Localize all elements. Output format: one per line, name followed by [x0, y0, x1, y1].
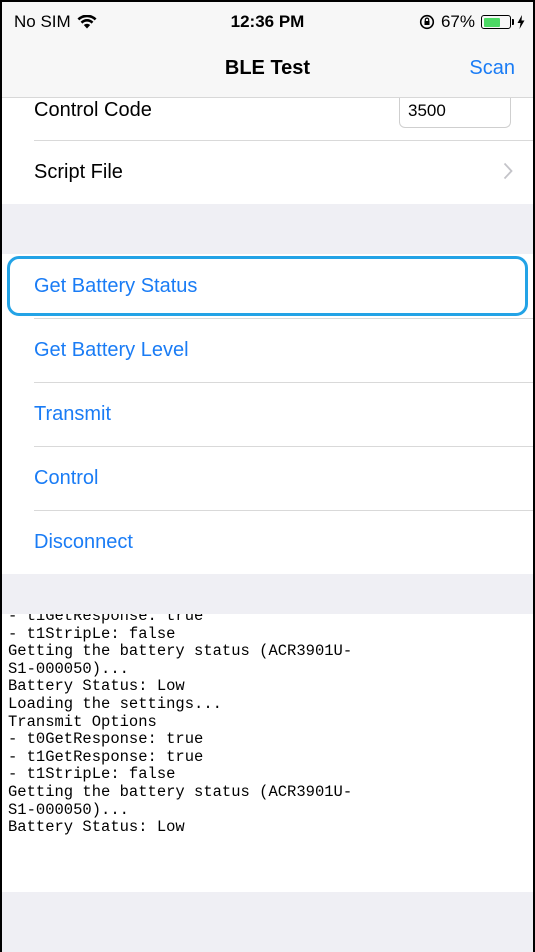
status-bar: No SIM 12:36 PM 67%	[2, 2, 533, 42]
orientation-lock-icon	[419, 14, 435, 30]
transmit-button[interactable]: Transmit	[2, 382, 533, 446]
log-line: Transmit Options	[8, 712, 157, 731]
transmit-label: Transmit	[34, 402, 112, 425]
log-line: Getting the battery status (ACR3901U-	[8, 642, 353, 661]
chevron-right-icon	[503, 162, 513, 186]
disconnect-label: Disconnect	[34, 530, 133, 553]
page-title: BLE Test	[224, 57, 311, 79]
log-line: Battery Status: Low	[8, 677, 185, 696]
navigation-bar: BLE Test Scan	[2, 42, 533, 98]
log-line: - t0GetResponse: true	[8, 730, 204, 749]
actions-section: Get Battery Status Get Battery Level Tra…	[2, 254, 533, 574]
scan-button[interactable]: Scan	[469, 57, 515, 80]
control-code-label: Control Code	[34, 99, 152, 121]
log-line: - t1StripLe: false	[8, 765, 176, 784]
log-line: - t1StripLe: false	[8, 624, 176, 643]
battery-fill	[483, 17, 501, 27]
log-text: - t1GetResponse: true - t1StripLe: false…	[2, 614, 533, 837]
log-line: S1-000050)...	[8, 659, 129, 678]
log-line: Loading the settings...	[8, 694, 222, 713]
settings-section: Control Code 3500 Script File	[2, 98, 533, 204]
get-battery-status-label: Get Battery Status	[34, 274, 198, 297]
battery-percent: 67%	[440, 12, 475, 31]
script-file-label: Script File	[34, 160, 123, 183]
log-line: Battery Status: Low	[8, 818, 185, 837]
script-file-row[interactable]: Script File	[2, 140, 533, 204]
get-battery-status-button[interactable]: Get Battery Status	[2, 254, 533, 318]
app-frame: No SIM 12:36 PM 67% BLE Test Scan Contro…	[0, 0, 535, 952]
battery-icon	[481, 15, 514, 29]
get-battery-level-button[interactable]: Get Battery Level	[2, 318, 533, 382]
control-label: Control	[34, 466, 99, 489]
log-line: S1-000050)...	[8, 800, 129, 819]
control-code-input[interactable]: 3500	[399, 98, 511, 128]
disconnect-button[interactable]: Disconnect	[2, 510, 533, 574]
get-battery-level-label: Get Battery Level	[34, 338, 189, 361]
control-code-row: Control Code 3500	[2, 98, 533, 140]
log-line: - t1GetResponse: true	[8, 614, 204, 625]
control-button[interactable]: Control	[2, 446, 533, 510]
log-line: Getting the battery status (ACR3901U-	[8, 782, 353, 801]
log-output[interactable]: - t1GetResponse: true - t1StripLe: false…	[2, 614, 533, 892]
status-right: 67%	[419, 12, 525, 32]
log-line: - t1GetResponse: true	[8, 747, 204, 766]
charging-icon	[517, 15, 525, 29]
